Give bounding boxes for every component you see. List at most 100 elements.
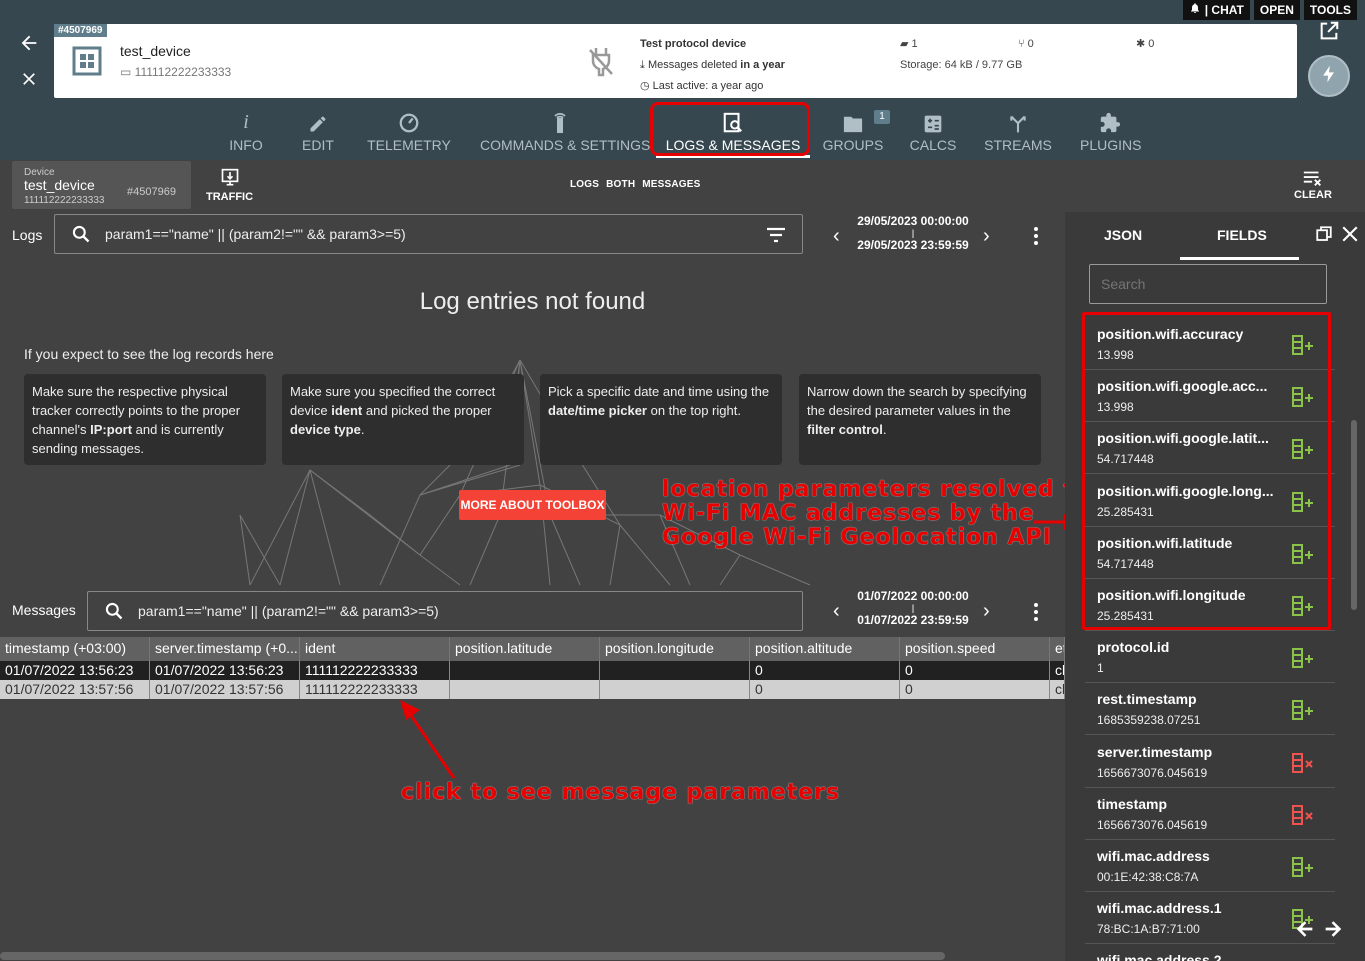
tab-commands-settings[interactable]: COMMANDS & SETTINGS: [480, 108, 650, 158]
fields-search-input[interactable]: [1089, 264, 1327, 304]
window-restore-icon[interactable]: [1315, 225, 1333, 248]
stream-icon: [984, 108, 1052, 134]
clear-button[interactable]: CLEAR: [1294, 170, 1332, 201]
column-header[interactable]: position.speed: [900, 637, 1050, 661]
field-row[interactable]: rest.timestamp 1685359238.07251: [1085, 683, 1335, 736]
messages-next-icon[interactable]: ›: [983, 600, 990, 623]
field-row[interactable]: wifi.mac.address.2: [1085, 944, 1335, 961]
tab-json[interactable]: JSON: [1104, 227, 1142, 243]
stat-plugins: ✱ 0: [1136, 34, 1154, 55]
plug-off-icon: [586, 46, 616, 78]
flash-button[interactable]: [1308, 55, 1350, 97]
logs-search[interactable]: param1=="name" || (param2!="" && param3>…: [54, 214, 803, 254]
table-header: timestamp (+03:00) server.timestamp (+0.…: [0, 637, 1065, 661]
clock-icon: ◷: [640, 80, 650, 92]
stat-channels-value: 1: [911, 38, 918, 50]
protocol-name: Test protocol device: [640, 38, 747, 50]
field-row[interactable]: protocol.id 1: [1085, 631, 1335, 684]
annotation-arrow-up-icon: [400, 700, 456, 779]
table-row[interactable]: 01/07/2022 13:57:56 01/07/2022 13:57:56 …: [0, 680, 1065, 699]
tab-plugins[interactable]: PLUGINS: [1080, 108, 1141, 158]
hint-card-filter: Narrow down the search by specifying the…: [799, 374, 1041, 465]
field-name: wifi.mac.address: [1097, 848, 1210, 864]
device-card: #4507969 test_device ▭ 111112222233333 T…: [54, 24, 1297, 98]
messages-date-range[interactable]: 01/07/2022 00:00:00 | 01/07/2022 23:59:5…: [848, 589, 978, 627]
table-cell: [600, 680, 750, 699]
tab-calcs[interactable]: CALCS: [906, 108, 960, 158]
table-cell: [600, 661, 750, 680]
search-icon: [104, 601, 124, 626]
add-column-icon[interactable]: [1291, 699, 1315, 726]
tab-streams[interactable]: STREAMS: [984, 108, 1052, 158]
traffic-button[interactable]: TRAFFIC: [206, 168, 253, 203]
column-header[interactable]: position.latitude: [450, 637, 600, 661]
logs-prev-icon[interactable]: ‹: [833, 225, 840, 248]
bell-icon: [1189, 0, 1201, 20]
mode-switch[interactable]: LOGS BOTH MESSAGES: [570, 179, 701, 190]
device-name: test_device: [120, 43, 191, 59]
close-panel-icon[interactable]: [1341, 225, 1359, 248]
field-value: 00:1E:42:38:C8:7A: [1097, 870, 1199, 884]
column-header[interactable]: position.altitude: [750, 637, 900, 661]
tab-telemetry-label: TELEMETRY: [367, 137, 451, 153]
filter-icon[interactable]: [766, 227, 786, 248]
panel-scrollbar[interactable]: [1351, 420, 1357, 610]
tab-groups[interactable]: GROUPS 1: [822, 108, 890, 158]
tab-edit-label: EDIT: [302, 137, 334, 153]
messages-prev-icon[interactable]: ‹: [833, 600, 840, 623]
open-button[interactable]: OPEN: [1253, 0, 1300, 20]
logs-menu-icon[interactable]: [1034, 227, 1038, 248]
remove-column-icon[interactable]: [1291, 804, 1315, 831]
column-header[interactable]: timestamp (+03:00): [0, 637, 150, 661]
table-row[interactable]: 01/07/2022 13:56:23 01/07/2022 13:56:23 …: [0, 661, 1065, 680]
tab-info[interactable]: i INFO: [216, 108, 276, 158]
tab-edit[interactable]: EDIT: [288, 108, 348, 158]
add-column-icon[interactable]: [1291, 647, 1315, 674]
arrow-left-icon[interactable]: [1293, 918, 1317, 945]
hint-card-ident: Make sure you specified the correct devi…: [282, 374, 524, 465]
column-header[interactable]: position.longitude: [600, 637, 750, 661]
traffic-label: TRAFFIC: [206, 191, 254, 203]
arrow-right-icon[interactable]: [1321, 918, 1345, 945]
logs-query[interactable]: param1=="name" || (param2!="" && param3>…: [105, 226, 406, 242]
field-row[interactable]: server.timestamp 1656673076.045619: [1085, 736, 1335, 788]
column-header[interactable]: et: [1050, 637, 1065, 661]
messages-menu-icon[interactable]: [1034, 603, 1038, 624]
field-name: server.timestamp: [1097, 743, 1213, 760]
messages-query[interactable]: param1=="name" || (param2!="" && param3>…: [138, 603, 439, 619]
column-header[interactable]: server.timestamp (+0...: [150, 637, 300, 661]
traffic-icon: [206, 168, 253, 191]
table-cell: [450, 680, 600, 699]
date-separator: |: [911, 603, 915, 613]
table-cell: cl: [1050, 661, 1065, 680]
field-value: 1656673076.045619: [1097, 765, 1208, 780]
add-column-icon[interactable]: [1291, 856, 1315, 883]
device-selector-ident: 111112222233333: [24, 195, 105, 206]
field-row[interactable]: wifi.mac.address 00:1E:42:38:C8:7A: [1085, 840, 1335, 892]
table-horizontal-scrollbar[interactable]: [0, 952, 945, 960]
logs-next-icon[interactable]: ›: [983, 225, 990, 248]
external-link-icon[interactable]: [1318, 20, 1340, 42]
tab-groups-label: GROUPS: [822, 137, 884, 153]
hint-2-text-e: .: [360, 422, 365, 437]
hint-2-text-d: device type: [290, 422, 361, 437]
remove-column-icon[interactable]: [1291, 752, 1315, 779]
field-row[interactable]: timestamp 1656673076.045619: [1085, 788, 1335, 840]
tab-highlight-box: [650, 102, 810, 156]
tab-fields[interactable]: FIELDS: [1217, 227, 1267, 243]
tab-telemetry[interactable]: TELEMETRY: [366, 108, 452, 158]
close-icon[interactable]: [16, 69, 42, 94]
click-hint-annotation: click to see message parameters: [401, 780, 841, 805]
device-selector[interactable]: Device test_device 111112222233333 #4507…: [12, 161, 191, 209]
table-cell: 0: [900, 680, 1050, 699]
top-buttons: | CHAT OPEN TOOLS: [1182, 0, 1357, 20]
tools-button[interactable]: TOOLS: [1303, 0, 1357, 20]
puzzle-icon: [1080, 108, 1140, 134]
chat-button[interactable]: | CHAT: [1182, 0, 1250, 20]
column-header[interactable]: ident: [300, 637, 450, 661]
hint-2-text-b: ident: [331, 403, 363, 418]
back-arrow-icon[interactable]: [16, 32, 42, 59]
logs-date-range[interactable]: 29/05/2023 00:00:00 | 29/05/2023 23:59:5…: [848, 214, 978, 252]
messages-search[interactable]: param1=="name" || (param2!="" && param3>…: [87, 591, 803, 631]
more-about-toolbox-button[interactable]: MORE ABOUT TOOLBOX: [459, 490, 606, 520]
